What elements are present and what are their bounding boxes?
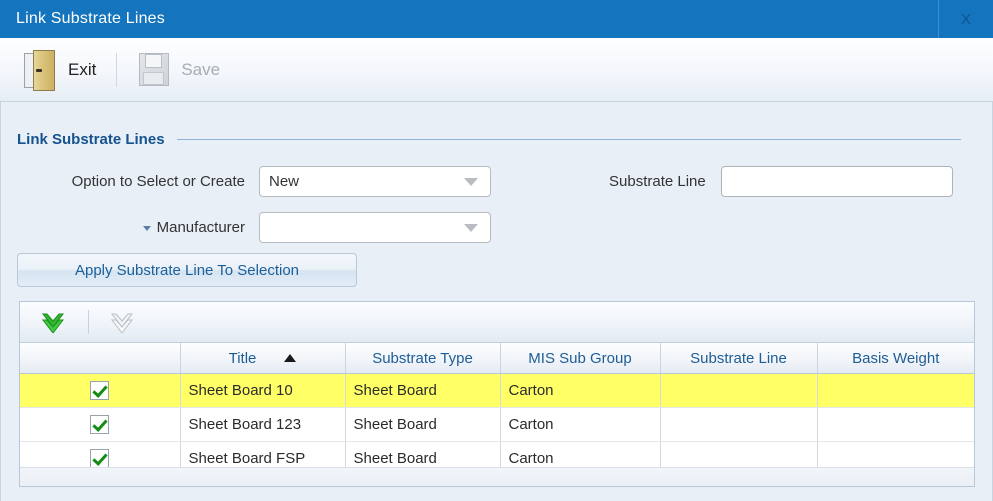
substrate-grid: Title Substrate Type MIS Sub Group Subst… [19, 301, 975, 487]
column-header-substrate-type[interactable]: Substrate Type [345, 343, 501, 374]
chevron-down-icon [464, 223, 478, 232]
substrate-line-input[interactable] [720, 166, 953, 197]
floppy-disk-icon [137, 52, 171, 88]
row-checkbox-cell[interactable] [20, 407, 181, 442]
link-substrate-lines-window: Link Substrate Lines X Exit Save Link Su [0, 0, 993, 501]
substrate-line-field-row: Substrate Line [609, 166, 953, 197]
option-select-value: New [269, 173, 300, 190]
option-select[interactable]: New [259, 166, 491, 197]
select-all-button[interactable] [34, 307, 74, 337]
chevron-down-icon [464, 177, 478, 186]
section-title: Link Substrate Lines [17, 131, 165, 148]
cell-title: Sheet Board 10 [180, 373, 346, 408]
door-open-icon [24, 49, 58, 91]
form-body: Link Substrate Lines Option to Select or… [0, 102, 993, 501]
column-header-basis-weight[interactable]: Basis Weight [817, 343, 974, 374]
row-checkbox[interactable] [90, 415, 110, 434]
option-field-row: Option to Select or Create New [17, 166, 491, 197]
cell-title: Sheet Board 123 [180, 407, 346, 442]
window-titlebar: Link Substrate Lines X [0, 0, 993, 38]
column-header-title[interactable]: Title [180, 343, 346, 374]
grid-toolbar [20, 302, 974, 343]
cell-substrate-line [660, 407, 818, 442]
section-header: Link Substrate Lines [17, 131, 961, 148]
table-row[interactable]: Sheet Board 123 Sheet Board Carton [20, 407, 974, 442]
column-header-title-label: Title [228, 349, 257, 367]
section-divider [176, 139, 961, 140]
close-icon[interactable]: X [939, 0, 993, 38]
manufacturer-select[interactable] [259, 212, 491, 243]
deselect-all-button[interactable] [103, 307, 143, 337]
row-checkbox[interactable] [90, 449, 110, 468]
table-row[interactable]: Sheet Board 10 Sheet Board Carton [20, 373, 974, 408]
cell-mis-sub-group: Carton [500, 373, 661, 408]
exit-button-label: Exit [68, 59, 97, 79]
toolbar-divider [116, 52, 118, 87]
row-checkbox[interactable] [90, 381, 110, 400]
save-button-label: Save [181, 59, 221, 79]
column-header-mis-sub-group[interactable]: MIS Sub Group [500, 343, 661, 374]
option-label: Option to Select or Create [71, 173, 245, 190]
save-button[interactable]: Save [127, 48, 230, 92]
column-header-substrate-line[interactable]: Substrate Line [660, 343, 818, 374]
cell-substrate-line [660, 373, 818, 408]
main-toolbar: Exit Save [0, 38, 993, 102]
sort-ascending-icon [284, 354, 297, 362]
cell-basis-weight [817, 373, 974, 408]
window-title: Link Substrate Lines [16, 10, 165, 27]
double-check-grey-icon [110, 313, 134, 333]
substrate-table: Title Substrate Type MIS Sub Group Subst… [20, 343, 974, 476]
double-check-green-icon [41, 313, 65, 333]
grid-footer [20, 467, 974, 486]
row-checkbox-cell[interactable] [20, 373, 181, 408]
apply-substrate-line-button[interactable]: Apply Substrate Line To Selection [17, 253, 357, 287]
cell-basis-weight [817, 407, 974, 442]
substrate-line-label: Substrate Line [609, 173, 706, 190]
cell-mis-sub-group: Carton [500, 407, 661, 442]
manufacturer-label: Manufacturer [17, 219, 245, 236]
grid-toolbar-divider [88, 310, 89, 334]
column-header-checkbox[interactable] [20, 343, 181, 374]
cell-substrate-type: Sheet Board [345, 407, 501, 442]
triangle-down-icon [142, 225, 151, 231]
cell-substrate-type: Sheet Board [345, 373, 501, 408]
manufacturer-field-row: Manufacturer [17, 212, 491, 243]
table-header-row: Title Substrate Type MIS Sub Group Subst… [20, 343, 974, 374]
manufacturer-label-text: Manufacturer [156, 219, 245, 236]
exit-button[interactable]: Exit [14, 46, 106, 94]
